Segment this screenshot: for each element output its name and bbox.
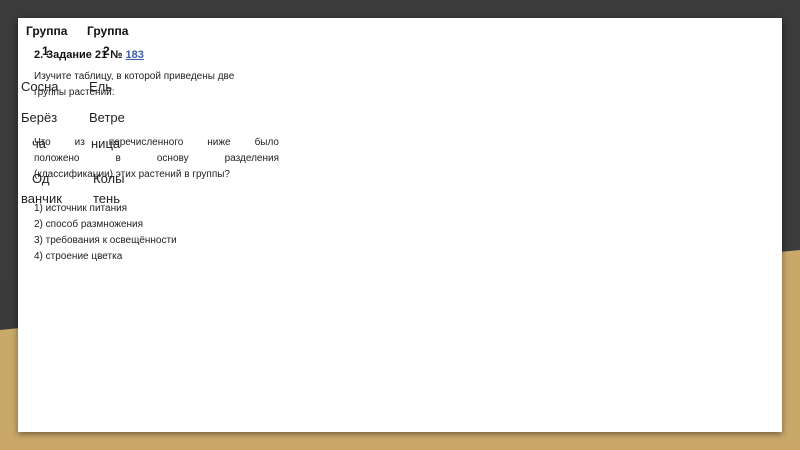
cell-group2-row2-line1: Ветре bbox=[89, 110, 125, 125]
instruction: Изучите таблицу, в которой приведены две… bbox=[34, 69, 314, 101]
question-line-1: Что из перечисленного ниже было bbox=[34, 137, 279, 148]
header-2-line-1: Группа bbox=[87, 24, 129, 38]
instruction-line-1: Изучите таблицу, в которой приведены две bbox=[34, 71, 235, 82]
options-list: 1) источник питания 2) способ размножени… bbox=[34, 201, 294, 265]
question-line-3: (классификации) этих растений в группы? bbox=[34, 169, 230, 180]
task-title-text: 2. Задание 21 № bbox=[34, 49, 123, 61]
option-3[interactable]: 3) требования к освещённости bbox=[34, 233, 294, 249]
slide: Группа 1 Группа 2 Сосна Берёз ча Од ванч… bbox=[18, 18, 782, 432]
question: Что из перечисленного ниже было положено… bbox=[34, 135, 279, 183]
cell-group1-row2-line1: Берёз bbox=[21, 110, 58, 125]
instruction-line-2: группы растений: bbox=[34, 87, 115, 98]
task-number-link[interactable]: 183 bbox=[126, 49, 144, 61]
option-1[interactable]: 1) источник питания bbox=[34, 201, 294, 217]
option-4[interactable]: 4) строение цветка bbox=[34, 249, 294, 265]
option-2[interactable]: 2) способ размножения bbox=[34, 217, 294, 233]
header-1-line-1: Группа bbox=[26, 24, 68, 38]
question-line-2: положено в основу разделения bbox=[34, 153, 279, 164]
task-title: 2. Задание 21 № 183 bbox=[34, 49, 144, 61]
